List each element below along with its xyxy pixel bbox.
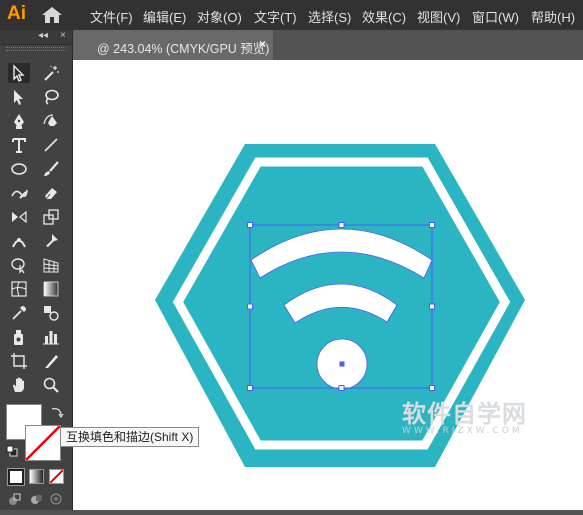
draw-inside-icon[interactable] xyxy=(49,492,63,506)
stroke-swatch[interactable] xyxy=(25,425,61,461)
slice-tool[interactable] xyxy=(40,351,62,371)
none-mode-button[interactable] xyxy=(49,469,64,484)
type-tool-icon xyxy=(12,138,26,153)
none-icon xyxy=(50,470,63,483)
document-tab-title: @ 243.04% (CMYK/GPU 预览) xyxy=(97,42,270,56)
close-tab-icon[interactable]: × xyxy=(259,37,266,51)
zoom-tool-icon xyxy=(43,377,59,393)
puppet-warp-tool-icon xyxy=(46,234,58,247)
artboard-tool-icon xyxy=(11,353,27,369)
lasso-tool-icon xyxy=(45,89,59,105)
rotate-tool[interactable] xyxy=(8,207,30,227)
shaper-tool[interactable] xyxy=(8,183,30,203)
width-tool-icon xyxy=(12,238,26,248)
eraser-tool[interactable] xyxy=(40,183,62,203)
paintbrush-tool[interactable] xyxy=(40,159,62,179)
app-logo: Ai xyxy=(7,3,26,24)
eyedropper-tool-icon xyxy=(12,306,26,320)
gradient-tool[interactable] xyxy=(40,279,62,299)
curvature-tool[interactable] xyxy=(40,111,62,131)
scale-tool[interactable] xyxy=(40,207,62,227)
menu-help[interactable]: 帮助(H) xyxy=(531,7,575,26)
eraser-tool-icon xyxy=(45,188,57,199)
close-panel-icon[interactable]: × xyxy=(60,30,66,41)
selection-tool[interactable] xyxy=(8,63,30,83)
hand-tool[interactable] xyxy=(8,375,30,395)
gradient-mode-button[interactable] xyxy=(29,469,44,484)
scale-tool-icon xyxy=(43,209,59,225)
menu-object[interactable]: 对象(O) xyxy=(197,7,242,26)
curvature-tool-icon xyxy=(43,114,57,126)
pen-tool[interactable] xyxy=(8,111,30,131)
shape-builder-tool[interactable] xyxy=(8,255,30,275)
document-tab-bar: @ 243.04% (CMYK/GPU 预览) × xyxy=(73,30,583,60)
magic-wand-tool[interactable] xyxy=(40,63,62,83)
lasso-tool[interactable] xyxy=(40,87,62,107)
gradient-tool-icon xyxy=(43,281,59,297)
menu-edit[interactable]: 编辑(E) xyxy=(143,7,186,26)
collapse-panel-icon[interactable]: ◂◂ xyxy=(38,30,48,41)
magic-wand-tool-icon xyxy=(44,66,59,81)
pen-tool-icon xyxy=(14,114,24,129)
blend-tool-icon xyxy=(44,306,59,321)
column-graph-tool[interactable] xyxy=(40,327,62,347)
menu-window[interactable]: 窗口(W) xyxy=(472,7,519,26)
blend-tool[interactable] xyxy=(40,303,62,323)
perspective-grid-tool[interactable] xyxy=(40,255,62,275)
home-icon[interactable] xyxy=(40,5,64,25)
mesh-tool[interactable] xyxy=(8,279,30,299)
eyedropper-tool[interactable] xyxy=(8,303,30,323)
width-tool[interactable] xyxy=(8,231,30,251)
swap-fill-stroke-icon[interactable] xyxy=(50,405,64,419)
menu-type[interactable]: 文字(T) xyxy=(254,7,297,26)
artboard-tool[interactable] xyxy=(8,351,30,371)
document-tab[interactable]: @ 243.04% (CMYK/GPU 预览) × xyxy=(73,30,273,60)
slice-tool-icon xyxy=(45,355,58,368)
menu-view[interactable]: 视图(V) xyxy=(417,7,460,26)
watermark-sub: WWW.RJZXW.COM xyxy=(402,426,523,436)
puppet-warp-tool[interactable] xyxy=(40,231,62,251)
ellipse-tool-icon xyxy=(11,163,27,175)
type-tool[interactable] xyxy=(8,135,30,155)
menu-file[interactable]: 文件(F) xyxy=(90,7,133,26)
direct-selection-tool-icon xyxy=(14,90,23,105)
paintbrush-tool-icon xyxy=(44,161,59,176)
direct-selection-tool[interactable] xyxy=(8,87,30,107)
color-mode-button[interactable] xyxy=(7,468,25,486)
tools-panel-header: ◂◂ × xyxy=(0,30,72,45)
ellipse-tool[interactable] xyxy=(8,159,30,179)
menu-bar: Ai 文件(F) 编辑(E) 对象(O) 文字(T) 选择(S) 效果(C) 视… xyxy=(0,0,583,30)
zoom-tool[interactable] xyxy=(40,375,62,395)
selection-tool-icon xyxy=(13,64,25,82)
symbol-sprayer-tool-icon xyxy=(14,330,23,345)
watermark-main: 软件自学网 xyxy=(402,400,527,428)
mesh-tool-icon xyxy=(11,281,27,297)
symbol-sprayer-tool[interactable] xyxy=(8,327,30,347)
menu-select[interactable]: 选择(S) xyxy=(308,7,351,26)
shaper-tool-icon xyxy=(11,189,28,199)
tooltip: 互换填色和描边(Shift X) xyxy=(60,427,200,447)
column-graph-tool-icon xyxy=(43,331,59,345)
center-point xyxy=(339,361,345,367)
watermark: 软件自学网 WWW.RJZXW.COM xyxy=(402,394,527,436)
perspective-grid-tool-icon xyxy=(43,258,59,273)
hand-tool-icon xyxy=(13,377,24,392)
draw-behind-icon[interactable] xyxy=(29,492,43,506)
menu-effect[interactable]: 效果(C) xyxy=(362,7,406,26)
none-stroke-icon xyxy=(26,426,60,460)
line-tool-icon xyxy=(44,138,58,152)
shape-builder-tool-icon xyxy=(11,258,25,274)
draw-normal-icon[interactable] xyxy=(8,492,22,506)
line-tool[interactable] xyxy=(40,135,62,155)
panel-grip[interactable] xyxy=(6,47,66,51)
rotate-tool-icon xyxy=(12,210,27,224)
default-fill-stroke-icon[interactable] xyxy=(6,445,18,457)
